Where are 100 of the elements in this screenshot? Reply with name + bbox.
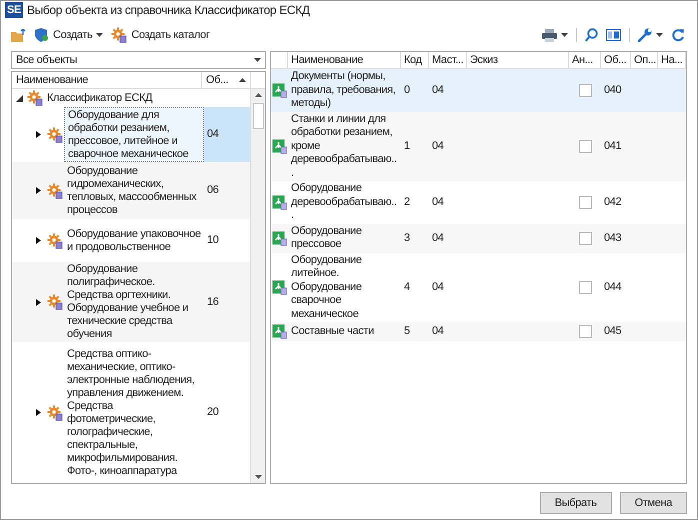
checkbox[interactable] [578, 84, 592, 97]
tree-item[interactable]: Классификатор ЕСКД [12, 89, 250, 107]
checkbox[interactable] [578, 196, 592, 209]
tree-item[interactable]: Оборудование полиграфическое. Средства оргтехники. Оборудование учебное и технические средства обучения 16 [12, 262, 250, 342]
tree-item-label: Средства оптико-механические, оптико-электронные наблюдения, управления движением. Средства фотометрические, голографические, спектральные, микрофильмирования. Фото-, киноаппаратура [66, 346, 196, 478]
column-header[interactable]: Код [401, 52, 429, 68]
code-cell-text: 16 [206, 294, 220, 310]
name-cell-text: Оборудование деревообрабатываю... [290, 182, 398, 222]
expander-icon [36, 409, 41, 416]
code-cell-text: 0 [403, 83, 411, 98]
tree-item-label: Оборудование полиграфическое. Средства оргтехники. Оборудование учебное и технические средства обучения [66, 262, 190, 342]
wrench-button[interactable] [638, 28, 663, 42]
printer-icon [542, 28, 557, 42]
checkbox[interactable] [578, 324, 592, 338]
designation-cell-text: 044 [603, 280, 622, 295]
expander-icon [36, 237, 41, 244]
table-row[interactable]: Составные части 5 04 045 [271, 322, 686, 340]
column-header[interactable]: Оп... [631, 52, 658, 68]
folder-up-icon[interactable] [11, 28, 26, 42]
scale-cell-text: 04 [431, 139, 445, 154]
checkbox[interactable] [578, 232, 592, 244]
gear-icon [111, 27, 128, 43]
designation-cell-text: 043 [603, 230, 622, 246]
gear-icon [47, 294, 63, 310]
name-cell-text: Оборудование прессовое [290, 224, 363, 252]
search-icon[interactable] [585, 28, 598, 42]
checkbox[interactable] [578, 140, 592, 153]
scale-cell-text: 04 [431, 324, 445, 339]
expander-icon [36, 187, 41, 194]
tree-item-label: Оборудование для обработки резанием, прессовое, литейное и сварочное механическое [64, 107, 204, 162]
window-title: Выбор объекта из справочника Классификатор ЕСКД [26, 2, 310, 19]
caret-icon [656, 33, 663, 37]
cancel-button[interactable]: Отмена [620, 492, 687, 514]
table-row[interactable]: Станки и линии для обработки резанием, кроме деревообрабатываю... 1 04 041 [271, 112, 686, 181]
code-cell-text: 1 [403, 139, 411, 154]
gear-icon [47, 404, 63, 420]
column-header[interactable]: Маст... [429, 52, 467, 68]
filter-dropdown[interactable]: Все объекты [11, 51, 266, 69]
code-cell-text: 10 [206, 233, 220, 248]
expander-icon [16, 94, 23, 102]
code-cell: 04 [204, 107, 250, 162]
designation-cell-text: 041 [603, 139, 622, 154]
column-header[interactable]: Об... [601, 52, 631, 68]
document-icon [272, 82, 287, 98]
refresh-icon[interactable] [671, 28, 685, 42]
caret-icon [561, 33, 568, 37]
document-icon [272, 138, 287, 154]
select-button[interactable]: Выбрать [540, 492, 612, 514]
document-icon [272, 230, 287, 246]
scale-cell-text: 04 [431, 280, 445, 295]
create-catalog-button[interactable]: Создать каталог [111, 26, 210, 44]
gear-icon [47, 232, 63, 248]
gear-icon [47, 182, 63, 198]
scroll-up-icon [254, 93, 262, 97]
column-header[interactable]: Эскиз [467, 52, 569, 68]
sort-icon [239, 78, 246, 82]
table-row[interactable]: Документы (нормы, правила, требования, методы) 0 04 040 [271, 69, 686, 112]
name-cell-text: Станки и линии для обработки резанием, кроме деревообрабатываю... [290, 112, 398, 180]
column-header[interactable]: Наименование [288, 52, 401, 68]
tree-item-label: Оборудование гидромеханических, тепловых, массообменных процессов [66, 164, 198, 218]
name-cell-text: Документы (нормы, правила, требования, методы) [290, 70, 396, 110]
scale-cell-text: 04 [431, 230, 445, 246]
tree-item-label: Оборудование упаковочное и продовольственное [66, 226, 202, 254]
expander-icon [36, 298, 41, 306]
code-cell-text: 4 [403, 280, 411, 295]
code-cell-text: 06 [206, 183, 220, 198]
gear-icon [47, 126, 63, 142]
code-cell-text: 3 [403, 230, 411, 246]
table-row[interactable]: Оборудование прессовое 3 04 043 [271, 224, 686, 252]
gear-icon [27, 90, 43, 106]
code-cell-text: 2 [403, 195, 411, 210]
column-header[interactable]: Об... [202, 72, 251, 88]
designation-cell-text: 040 [603, 83, 622, 98]
panel-icon[interactable] [606, 29, 621, 41]
column-header[interactable]: На... [658, 52, 686, 68]
document-icon [272, 324, 287, 339]
scrollbar[interactable] [250, 89, 265, 483]
app-logo: SE [5, 2, 23, 18]
create-button[interactable]: Создать [34, 26, 104, 44]
code-cell-text: 5 [403, 324, 411, 339]
caret-icon [254, 58, 261, 62]
print-button[interactable] [542, 28, 568, 42]
designation-cell-text: 042 [603, 195, 622, 210]
wrench-icon [638, 28, 652, 42]
name-cell-text: Составные части [290, 324, 375, 338]
shield-icon [34, 28, 49, 42]
scroll-thumb[interactable] [252, 103, 264, 129]
scale-cell-text: 04 [431, 195, 445, 210]
document-icon [272, 280, 287, 295]
column-header[interactable]: Наименование [12, 72, 202, 88]
name-cell-text: Оборудование литейное. Оборудование сварочное механическое [290, 254, 363, 321]
code-cell-text: 20 [206, 405, 220, 420]
checkbox[interactable] [578, 280, 592, 294]
designation-cell-text: 045 [603, 324, 622, 339]
scroll-down-icon [254, 475, 262, 479]
column-header[interactable]: Ан... [569, 52, 601, 68]
scale-cell-text: 04 [431, 83, 445, 98]
expander-icon [36, 131, 41, 138]
document-icon [272, 194, 287, 210]
caret-icon [96, 33, 104, 37]
